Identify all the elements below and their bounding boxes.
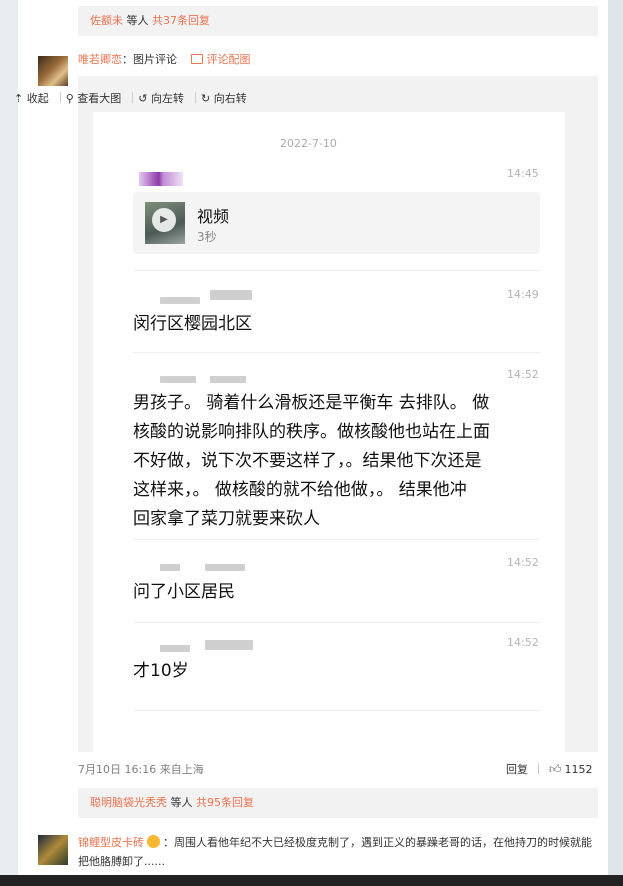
sender-name-blurred: [210, 290, 252, 300]
comment-meta: 7月10日 16:16 来自上海: [78, 763, 204, 776]
video-message-card: [133, 192, 540, 254]
scroll-gutter: [608, 0, 623, 886]
collapse-label: 收起: [26, 92, 49, 105]
sender-avatar-blurred: [139, 172, 183, 186]
emoji-icon: [147, 835, 160, 848]
message-time: 14:52: [507, 556, 539, 569]
message-text: 才10岁: [133, 661, 189, 681]
divider: [59, 92, 61, 103]
message-time: 14:52: [507, 368, 539, 381]
comment-user-link[interactable]: 唯若卿恋: [78, 53, 122, 66]
message-time: 14:45: [507, 167, 539, 180]
reply-button[interactable]: 回复: [506, 763, 528, 776]
sender-name-blurred: [205, 564, 245, 571]
sender-name-blurred: [205, 640, 253, 650]
comment-image-label: 评论配图: [206, 53, 251, 66]
message-text: 闵行区樱园北区: [133, 314, 252, 334]
divider: [195, 92, 196, 103]
divider: [132, 92, 134, 103]
reply-count-link[interactable]: 共95条回复: [196, 796, 254, 809]
sender-name-blurred: [160, 645, 190, 652]
view-large-label: 查看大图: [77, 92, 122, 105]
reply-summary-text: 等人: [123, 14, 152, 27]
taskbar: [0, 875, 623, 886]
divider: [133, 352, 540, 353]
message-line: 这样来，。 做核酸的就不给他做，。 结果他冲: [133, 480, 467, 500]
view-large-button[interactable]: ⚲ 查看大图: [66, 90, 122, 106]
divider: [538, 763, 539, 774]
sender-name-blurred: [210, 376, 246, 383]
like-button[interactable]: 👍︎ 1152: [549, 762, 593, 776]
sender-name-blurred: [160, 376, 196, 383]
comment-user-link[interactable]: 锦鲤型皮卡砖: [78, 836, 144, 849]
message-time: 14:52: [507, 636, 539, 649]
reply-summary-text: 等人: [167, 796, 196, 809]
image-toolbar: ⇡ 收起 ⚲ 查看大图 ↺ 向左转 ↻ 向右转: [14, 90, 253, 106]
rotate-left-icon: ↺: [138, 92, 148, 105]
collapse-button[interactable]: ⇡ 收起: [14, 90, 49, 106]
divider: [133, 539, 540, 540]
message-line: 回家拿了菜刀就要来砍人: [133, 509, 320, 529]
rotate-right-icon: ↻: [201, 92, 211, 105]
rotate-left-label: 向左转: [151, 92, 184, 105]
avatar[interactable]: [38, 835, 68, 865]
avatar[interactable]: [38, 56, 68, 86]
message-line: 核酸的说影响排队的秩序。做核酸他也站在上面: [133, 422, 490, 442]
rotate-left-button[interactable]: ↺ 向左转: [138, 90, 184, 106]
reply-summary-bar[interactable]: 佐额未 等人 共37条回复: [78, 6, 598, 36]
comment-actions: 回复 👍︎ 1152: [506, 761, 593, 777]
rotate-right-label: 向右转: [213, 92, 247, 105]
search-icon: ⚲: [65, 92, 74, 105]
message-text: 问了小区居民: [133, 582, 235, 602]
reply-count-link[interactable]: 共37条回复: [152, 14, 210, 27]
upload-arrow-icon: ⇡: [14, 92, 24, 105]
video-duration: 3秒: [197, 230, 217, 244]
reply-user-link[interactable]: 佐额未: [90, 14, 123, 27]
message-line: 男孩子。 骑着什么滑板还是平衡车 去排队。 做: [133, 393, 490, 413]
thumbs-up-icon: 👍︎: [549, 762, 562, 776]
reply-user-link[interactable]: 聪明脑袋光秃秃: [90, 796, 167, 809]
reply-summary-bar[interactable]: 聪明脑袋光秃秃 等人 共95条回复: [78, 788, 598, 818]
image-icon: [190, 54, 203, 64]
divider: [133, 270, 540, 271]
divider: [133, 710, 540, 711]
video-title: 视频: [197, 207, 230, 226]
comment-image-link[interactable]: 评论配图: [190, 53, 251, 66]
divider: [133, 622, 540, 623]
comment-text: 锦鲤型皮卡砖 ：周围人看他年纪不大已经极度克制了，遇到正义的暴躁老哥的话，在他持刀…: [78, 833, 598, 871]
like-count: 1152: [564, 763, 593, 776]
message-time: 14:49: [507, 288, 539, 301]
rotate-right-button[interactable]: ↻ 向右转: [201, 90, 247, 106]
message-line: 不好做，说下次不要这样了，。结果他下次还是: [133, 451, 482, 471]
comment-kind: 图片评论: [133, 53, 177, 66]
comment-separator: ：: [122, 53, 133, 66]
sender-name-blurred: [160, 564, 180, 571]
comment-header: 唯若卿恋：图片评论 评论配图: [78, 52, 251, 68]
chat-date: 2022-7-10: [280, 137, 337, 150]
sender-name-blurred: [160, 297, 200, 304]
play-icon: ▶: [152, 208, 176, 232]
